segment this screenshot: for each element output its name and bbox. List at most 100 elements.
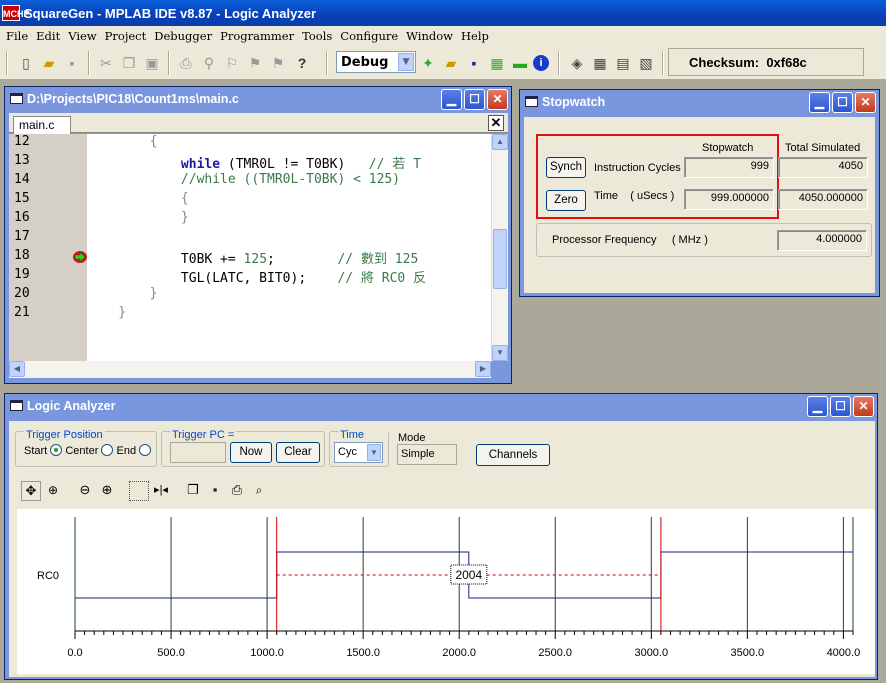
x-tick-label: 0.0	[67, 647, 82, 659]
mode-label: Mode	[398, 432, 426, 444]
open-folder-icon[interactable]: ▰	[39, 53, 59, 73]
menu-window[interactable]: Window	[402, 29, 457, 43]
scroll-left-icon[interactable]: ◀	[9, 361, 25, 377]
program-memory-icon[interactable]: ▤	[613, 53, 633, 73]
menu-project[interactable]: Project	[101, 29, 151, 43]
menu-debugger[interactable]: Debugger	[150, 29, 216, 43]
build-icon[interactable]: ▦	[487, 53, 507, 73]
paste-icon[interactable]: ▣	[142, 53, 162, 73]
copy-icon[interactable]: ❐	[183, 481, 203, 501]
build-config-select[interactable]: Debug ▼	[336, 51, 416, 73]
workspace-icon[interactable]: ◈	[567, 53, 587, 73]
waveform-plot[interactable]: 0.0 500.0 1000.0 1500.0 2000.0 2500.0 3000.0 35…	[17, 509, 875, 674]
scroll-right-icon[interactable]: ▶	[475, 361, 491, 377]
find-in-files-icon[interactable]: ⚐	[222, 53, 242, 73]
menu-configure[interactable]: Configure	[336, 29, 402, 43]
save-icon[interactable]: ▪	[62, 53, 82, 73]
tab-main-c[interactable]: main.c	[13, 116, 71, 134]
save-icon[interactable]: ▪	[205, 481, 225, 501]
synch-button[interactable]: Synch	[546, 157, 586, 178]
new-file-icon[interactable]: ▯	[16, 53, 36, 73]
make-icon[interactable]: ▬	[510, 53, 530, 73]
file-registers-icon[interactable]: ▧	[636, 53, 656, 73]
trigger-end-radio[interactable]	[139, 444, 152, 457]
zoom-cursor-icon[interactable]: ⊕	[43, 481, 63, 501]
menu-edit[interactable]: Edit	[32, 29, 64, 43]
zero-button[interactable]: Zero	[546, 190, 586, 211]
select-region-icon[interactable]	[129, 481, 149, 501]
time-base-select[interactable]: Cyc ▼	[334, 442, 383, 463]
build-config-value: Debug	[341, 55, 389, 70]
next-bookmark-icon[interactable]: ⚑	[268, 53, 288, 73]
pan-icon[interactable]: ✥	[21, 481, 41, 501]
maximize-icon[interactable]: ☐	[832, 92, 853, 113]
cursor-delta-label: 2004	[455, 568, 482, 582]
cut-icon[interactable]: ✂	[96, 53, 116, 73]
horizontal-scrollbar[interactable]: ◀ ▶	[9, 361, 491, 378]
instruction-cycles-label: Instruction Cycles	[594, 162, 681, 174]
stopwatch-window: Stopwatch ▁ ☐ ✕ Stopwatch Total Simulate…	[519, 89, 880, 297]
minimize-icon[interactable]: ▁	[809, 92, 830, 113]
trigger-pc-field[interactable]	[170, 442, 226, 463]
info-icon[interactable]: i	[533, 55, 549, 71]
scroll-down-icon[interactable]: ▼	[492, 345, 508, 361]
cursor-icon[interactable]: ▸|◂	[151, 481, 171, 501]
save-project-icon[interactable]: ▪	[464, 53, 484, 73]
main-toolbar: ▯ ▰ ▪ ✂ ❐ ▣ ⎙ ⚲ ⚐ ⚑ ⚑ ? Debug ▼ ✦ ▰ ▪ ▦ …	[0, 46, 886, 80]
bookmark-icon[interactable]: ⚑	[245, 53, 265, 73]
menubar: File Edit View Project Debugger Programm…	[0, 26, 886, 46]
scroll-thumb[interactable]	[493, 229, 507, 289]
code-line: }	[87, 286, 158, 301]
code-editor[interactable]: { while (TMR0L != T0BK) // 若 T //while (…	[87, 134, 491, 361]
help-icon[interactable]: ?	[292, 53, 312, 73]
menu-tools[interactable]: Tools	[298, 29, 336, 43]
waveform-chart[interactable]: 0.0 500.0 1000.0 1500.0 2000.0 2500.0 3000.0 35…	[17, 509, 875, 674]
copy-icon[interactable]: ❐	[119, 53, 139, 73]
trigger-center-radio[interactable]	[101, 444, 114, 457]
menu-view[interactable]: View	[64, 29, 100, 43]
zoom-in-icon[interactable]: ⊕	[97, 481, 117, 501]
processor-frequency-field[interactable]: 4.000000	[777, 230, 867, 251]
checksum-label: Checksum:	[689, 55, 760, 70]
minimize-icon[interactable]: ▁	[441, 89, 462, 110]
line-number: 21	[14, 305, 30, 320]
maximize-icon[interactable]: ☐	[830, 396, 851, 417]
time-base-group: Time Base Cyc ▼	[329, 429, 389, 467]
open-project-icon[interactable]: ▰	[441, 53, 461, 73]
minimize-icon[interactable]: ▁	[807, 396, 828, 417]
print-icon[interactable]: ⎙	[227, 481, 247, 501]
vertical-scrollbar[interactable]: ▲ ▼	[491, 134, 508, 361]
close-tab-icon[interactable]: ✕	[488, 115, 504, 131]
close-icon[interactable]: ✕	[855, 92, 876, 113]
close-icon[interactable]: ✕	[487, 89, 508, 110]
new-project-icon[interactable]: ✦	[418, 53, 438, 73]
maximize-icon[interactable]: ☐	[464, 89, 485, 110]
calendar-icon[interactable]: ▦	[590, 53, 610, 73]
logic-analyzer-titlebar[interactable]: Logic Analyzer	[5, 394, 877, 418]
find-icon[interactable]: ⚲	[199, 53, 219, 73]
total-column-header: Total Simulated	[785, 142, 861, 154]
channels-button[interactable]: Channels	[476, 444, 550, 466]
menu-file[interactable]: File	[2, 29, 32, 43]
print-icon[interactable]: ⎙	[176, 53, 196, 73]
now-button[interactable]: Now	[230, 442, 272, 463]
menu-programmer[interactable]: Programmer	[216, 29, 298, 43]
x-tick-label: 4000.0	[827, 647, 861, 659]
line-gutter: 12 13 14 15 16 17 18 19 20 21	[9, 134, 87, 361]
window-icon	[10, 93, 23, 104]
zoom-out-icon[interactable]: ⊖	[75, 481, 95, 501]
trigger-end-label: End	[116, 445, 137, 457]
scroll-up-icon[interactable]: ▲	[492, 134, 508, 150]
print-preview-icon[interactable]: ⌕	[249, 481, 269, 501]
editor-title: D:\Projects\PIC18\Count1ms\main.c	[27, 92, 239, 106]
line-number: 13	[14, 153, 30, 168]
close-icon[interactable]: ✕	[853, 396, 874, 417]
trigger-start-radio[interactable]	[50, 444, 63, 457]
editor-window: D:\Projects\PIC18\Count1ms\main.c ▁ ☐ ✕ …	[4, 86, 512, 384]
editor-titlebar[interactable]: D:\Projects\PIC18\Count1ms\main.c	[5, 87, 511, 111]
checksum-panel: Checksum: 0xf68c	[668, 48, 864, 76]
logic-analyzer-body: Trigger Position Start Center End Trigge…	[9, 421, 875, 677]
chevron-down-icon: ▼	[367, 444, 381, 461]
clear-button[interactable]: Clear	[276, 442, 320, 463]
menu-help[interactable]: Help	[457, 29, 493, 43]
